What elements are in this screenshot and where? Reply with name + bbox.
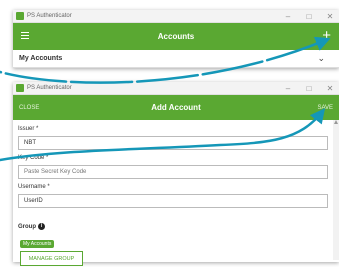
- arrow-to-add-button: [0, 36, 331, 84]
- arrow-to-save-button: [0, 108, 326, 162]
- annotation-arrows: [0, 36, 331, 162]
